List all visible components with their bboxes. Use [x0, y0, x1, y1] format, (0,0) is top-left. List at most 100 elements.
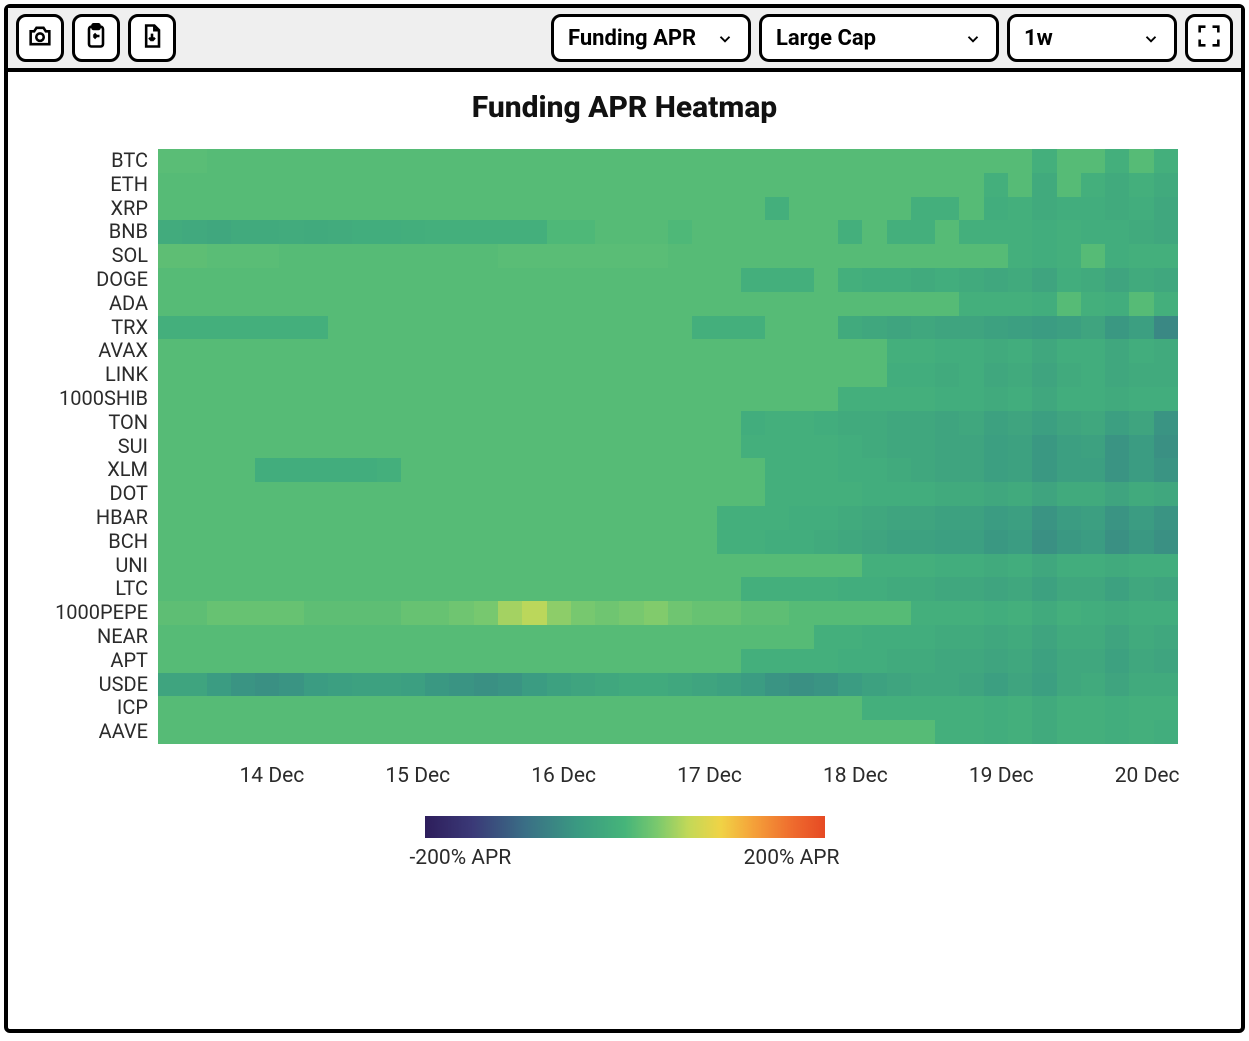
heatmap-cell[interactable] [1008, 649, 1032, 673]
heatmap-cell[interactable] [984, 363, 1008, 387]
heatmap-cell[interactable] [1081, 625, 1105, 649]
heatmap-cell[interactable] [911, 387, 935, 411]
heatmap-cell[interactable] [1032, 363, 1056, 387]
heatmap-cell[interactable] [765, 458, 789, 482]
heatmap-cell[interactable] [911, 577, 935, 601]
heatmap-cell[interactable] [619, 577, 643, 601]
heatmap-cell[interactable] [207, 577, 231, 601]
heatmap-cell[interactable] [522, 506, 546, 530]
heatmap-cell[interactable] [668, 720, 692, 744]
heatmap-cell[interactable] [935, 601, 959, 625]
heatmap-cell[interactable] [1154, 363, 1178, 387]
heatmap-cell[interactable] [425, 339, 449, 363]
heatmap-cell[interactable] [717, 387, 741, 411]
heatmap-cell[interactable] [279, 220, 303, 244]
heatmap-cell[interactable] [377, 554, 401, 578]
heatmap-cell[interactable] [522, 197, 546, 221]
heatmap-cell[interactable] [158, 411, 182, 435]
heatmap-cell[interactable] [522, 363, 546, 387]
heatmap-cell[interactable] [158, 149, 182, 173]
heatmap-cell[interactable] [911, 458, 935, 482]
heatmap-cell[interactable] [571, 435, 595, 459]
heatmap-cell[interactable] [935, 577, 959, 601]
heatmap-cell[interactable] [182, 625, 206, 649]
heatmap-cell[interactable] [887, 387, 911, 411]
heatmap-cell[interactable] [692, 363, 716, 387]
heatmap-cell[interactable] [959, 625, 983, 649]
heatmap-cell[interactable] [668, 458, 692, 482]
heatmap-cell[interactable] [1105, 173, 1129, 197]
heatmap-cell[interactable] [401, 625, 425, 649]
heatmap-cell[interactable] [692, 292, 716, 316]
heatmap-cell[interactable] [1129, 720, 1153, 744]
heatmap-cell[interactable] [838, 197, 862, 221]
heatmap-cell[interactable] [862, 554, 886, 578]
heatmap-cell[interactable] [1032, 458, 1056, 482]
heatmap-cell[interactable] [1057, 458, 1081, 482]
heatmap-cell[interactable] [1129, 173, 1153, 197]
heatmap-cell[interactable] [765, 244, 789, 268]
heatmap-cell[interactable] [1129, 149, 1153, 173]
heatmap-cell[interactable] [619, 720, 643, 744]
heatmap-cell[interactable] [279, 173, 303, 197]
heatmap-cell[interactable] [814, 673, 838, 697]
heatmap-cell[interactable] [498, 244, 522, 268]
heatmap-cell[interactable] [449, 601, 473, 625]
heatmap-cell[interactable] [862, 149, 886, 173]
heatmap-cell[interactable] [1129, 577, 1153, 601]
heatmap-cell[interactable] [1032, 411, 1056, 435]
heatmap-cell[interactable] [1105, 220, 1129, 244]
heatmap-cell[interactable] [741, 339, 765, 363]
heatmap-cell[interactable] [352, 220, 376, 244]
heatmap-cell[interactable] [717, 649, 741, 673]
heatmap-cell[interactable] [595, 482, 619, 506]
heatmap-cell[interactable] [377, 482, 401, 506]
heatmap-cell[interactable] [1008, 244, 1032, 268]
heatmap-cell[interactable] [1105, 197, 1129, 221]
heatmap-cell[interactable] [449, 530, 473, 554]
heatmap-cell[interactable] [182, 339, 206, 363]
heatmap-cell[interactable] [425, 149, 449, 173]
heatmap-cell[interactable] [1129, 268, 1153, 292]
heatmap-cell[interactable] [449, 316, 473, 340]
heatmap-cell[interactable] [328, 411, 352, 435]
heatmap-cell[interactable] [959, 220, 983, 244]
heatmap-cell[interactable] [1154, 197, 1178, 221]
heatmap-cell[interactable] [668, 268, 692, 292]
heatmap-cell[interactable] [352, 506, 376, 530]
heatmap-cell[interactable] [595, 435, 619, 459]
heatmap-cell[interactable] [498, 339, 522, 363]
heatmap-cell[interactable] [789, 339, 813, 363]
heatmap-cell[interactable] [1032, 197, 1056, 221]
heatmap-cell[interactable] [401, 696, 425, 720]
heatmap-cell[interactable] [547, 197, 571, 221]
heatmap-cell[interactable] [182, 292, 206, 316]
heatmap-cell[interactable] [814, 173, 838, 197]
heatmap-cell[interactable] [207, 197, 231, 221]
heatmap-cell[interactable] [377, 292, 401, 316]
heatmap-cell[interactable] [207, 649, 231, 673]
heatmap-cell[interactable] [328, 696, 352, 720]
heatmap-cell[interactable] [887, 173, 911, 197]
heatmap-cell[interactable] [377, 339, 401, 363]
heatmap-cell[interactable] [571, 482, 595, 506]
heatmap-cell[interactable] [255, 673, 279, 697]
heatmap-cell[interactable] [1154, 696, 1178, 720]
heatmap-cell[interactable] [1008, 530, 1032, 554]
heatmap-cell[interactable] [935, 435, 959, 459]
heatmap-cell[interactable] [959, 673, 983, 697]
heatmap-cell[interactable] [304, 411, 328, 435]
heatmap-cell[interactable] [1057, 554, 1081, 578]
heatmap-cell[interactable] [911, 244, 935, 268]
heatmap-cell[interactable] [377, 673, 401, 697]
heatmap-cell[interactable] [959, 482, 983, 506]
heatmap-cell[interactable] [935, 649, 959, 673]
heatmap-cell[interactable] [1008, 435, 1032, 459]
heatmap-cell[interactable] [425, 411, 449, 435]
heatmap-cell[interactable] [547, 649, 571, 673]
heatmap-cell[interactable] [765, 720, 789, 744]
heatmap-cell[interactable] [377, 601, 401, 625]
heatmap-cell[interactable] [158, 387, 182, 411]
heatmap-cell[interactable] [862, 268, 886, 292]
heatmap-cell[interactable] [789, 220, 813, 244]
